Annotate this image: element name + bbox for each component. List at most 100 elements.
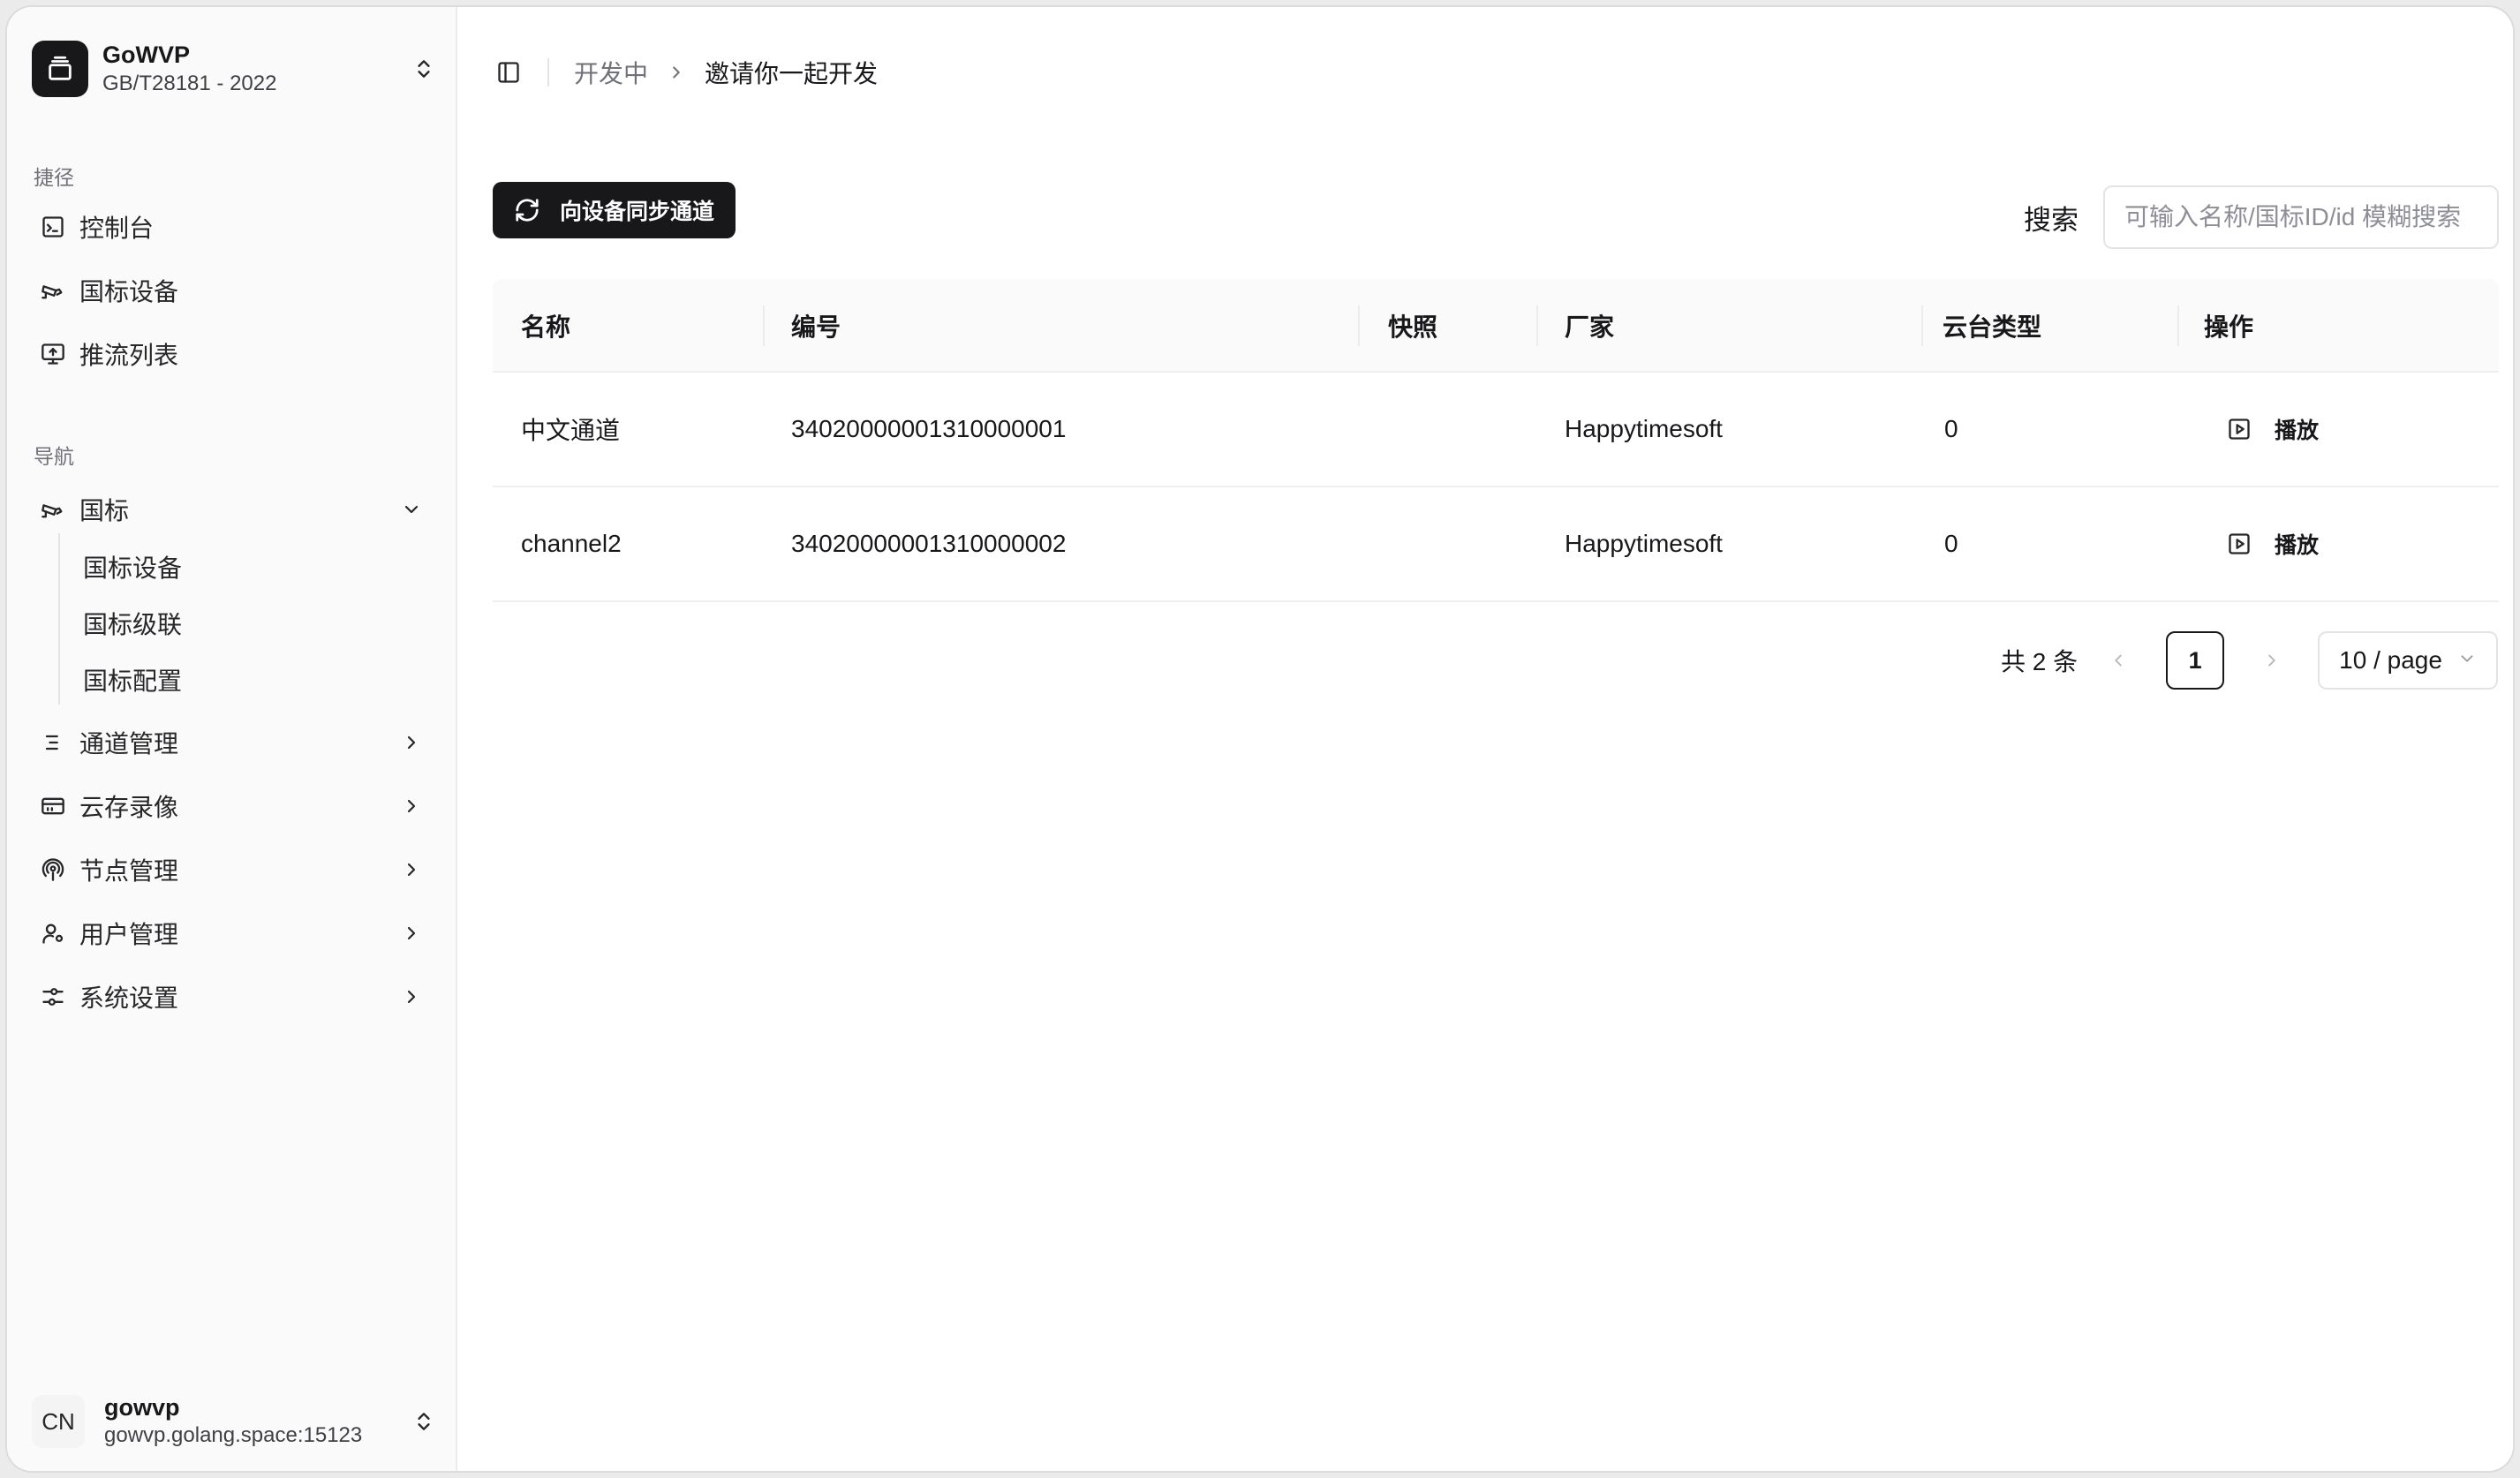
list-icon — [39, 728, 67, 757]
sidebar-item-channels[interactable]: 通道管理 — [28, 717, 438, 768]
next-page-icon[interactable] — [2258, 646, 2286, 675]
terminal-icon — [39, 213, 67, 241]
table-row: 中文通道 34020000001310000001 Happytimesoft … — [493, 373, 2499, 487]
main-content: 开发中 邀请你一起开发 向设备同步通道 搜索 名称 编号 快照 厂家 — [459, 7, 2513, 1471]
sidebar-item-label: 系统设置 — [79, 984, 179, 1012]
play-button[interactable]: 播放 — [2225, 413, 2319, 445]
user-name: gowvp — [104, 1394, 180, 1421]
cell-id: 34020000001310000001 — [791, 415, 1067, 442]
sidebar-subitem-gb-cascade[interactable]: 国标级联 — [74, 599, 427, 648]
play-label: 播放 — [2275, 533, 2320, 558]
table-row: channel2 34020000001310000002 Happytimes… — [493, 487, 2499, 602]
page-size-value: 10 / page — [2339, 646, 2442, 674]
chevron-right-icon — [397, 728, 426, 757]
play-square-icon — [2225, 530, 2253, 558]
breadcrumb-parent[interactable]: 开发中 — [574, 55, 648, 90]
cell-id: 34020000001310000002 — [791, 530, 1067, 557]
prev-page-icon[interactable] — [2104, 646, 2132, 675]
nav-group-label: 导航 — [34, 445, 74, 468]
chevron-down-icon — [397, 495, 426, 524]
pagination: 共 2 条 1 10 / page — [2001, 630, 2499, 690]
avatar: CN — [32, 1395, 85, 1448]
brand-name: GoWVP — [102, 41, 190, 68]
channels-table: 名称 编号 快照 厂家 云台类型 操作 中文通道 340200000013100… — [493, 279, 2499, 602]
page-size-select[interactable]: 10 / page — [2318, 631, 2499, 690]
cell-name: 中文通道 — [521, 417, 621, 444]
column-divider — [1358, 305, 1360, 346]
camera-icon — [39, 495, 67, 524]
sidebar-subitem-gb-config[interactable]: 国标配置 — [74, 655, 427, 705]
page-number-button[interactable]: 1 — [2166, 631, 2225, 690]
screen-upload-icon — [39, 340, 67, 368]
chevron-right-icon — [397, 919, 426, 947]
chevron-right-icon — [397, 983, 426, 1011]
chevron-right-icon — [397, 856, 426, 884]
user-switcher[interactable]: CN gowvp gowvp.golang.space:15123 — [32, 1386, 438, 1457]
sidebar-item-nodes[interactable]: 节点管理 — [28, 844, 438, 895]
column-header-name: 名称 — [521, 313, 571, 341]
sidebar-item-label: 通道管理 — [79, 730, 179, 758]
topbar: 开发中 邀请你一起开发 — [494, 53, 878, 92]
sidebar-item-label: 国标 — [79, 497, 130, 524]
sidebar-item-label: 推流列表 — [79, 342, 179, 369]
sidebar-item-console[interactable]: 控制台 — [28, 201, 438, 253]
sidebar-item-settings[interactable]: 系统设置 — [28, 971, 438, 1022]
column-divider — [1536, 305, 1538, 346]
column-header-vendor: 厂家 — [1565, 313, 1615, 341]
sidebar-item-gb[interactable]: 国标 — [28, 484, 438, 535]
column-header-ptz: 云台类型 — [1943, 313, 2042, 341]
cell-vendor: Happytimesoft — [1565, 530, 1723, 557]
search-input[interactable] — [2103, 185, 2499, 249]
chevrons-up-down-icon — [410, 1407, 438, 1436]
sidebar-item-label: 节点管理 — [79, 857, 179, 885]
shortcuts-group-label: 捷径 — [34, 166, 74, 189]
brand-logo-icon — [32, 41, 88, 97]
chevron-right-icon — [397, 792, 426, 820]
column-header-snapshot: 快照 — [1388, 313, 1438, 341]
cell-ptz: 0 — [1944, 530, 1958, 557]
chevron-down-icon — [2457, 646, 2477, 675]
column-header-id: 编号 — [791, 313, 841, 341]
sidebar-item-gb-devices[interactable]: 国标设备 — [28, 265, 438, 316]
column-divider — [763, 305, 765, 346]
user-cog-icon — [39, 919, 67, 947]
cell-name: channel2 — [521, 530, 622, 557]
brand-subtitle: GB/T28181 - 2022 — [102, 72, 277, 95]
sync-channels-label: 向设备同步通道 — [560, 200, 715, 224]
sidebar: GoWVP GB/T28181 - 2022 捷径 控制台 国标设备 推流列表 … — [7, 7, 457, 1471]
column-divider — [2177, 305, 2179, 346]
sidebar-item-users[interactable]: 用户管理 — [28, 908, 438, 959]
search-label: 搜索 — [2024, 205, 2079, 236]
submenu-rail — [58, 533, 60, 705]
podcast-icon — [39, 856, 67, 884]
divider — [547, 58, 549, 87]
play-button[interactable]: 播放 — [2225, 528, 2319, 560]
camera-icon — [39, 276, 67, 305]
total-count: 共 2 条 — [2001, 648, 2079, 675]
play-label: 播放 — [2275, 419, 2320, 443]
sidebar-item-label: 用户管理 — [79, 921, 179, 948]
sliders-icon — [39, 983, 67, 1011]
chevrons-up-down-icon — [410, 55, 438, 83]
column-divider — [1921, 305, 1923, 346]
sidebar-item-cloud-recording[interactable]: 云存录像 — [28, 780, 438, 832]
app-window: GoWVP GB/T28181 - 2022 捷径 控制台 国标设备 推流列表 … — [7, 7, 2513, 1471]
breadcrumb-current: 邀请你一起开发 — [705, 60, 879, 87]
user-host: gowvp.golang.space:15123 — [104, 1423, 363, 1447]
sidebar-item-push-list[interactable]: 推流列表 — [28, 328, 438, 380]
storage-icon — [39, 792, 67, 820]
sidebar-item-label: 控制台 — [79, 215, 155, 242]
cell-vendor: Happytimesoft — [1565, 415, 1723, 442]
play-square-icon — [2225, 415, 2253, 443]
brand-switcher[interactable]: GoWVP GB/T28181 - 2022 — [32, 34, 438, 104]
sidebar-subitem-gb-devices[interactable]: 国标设备 — [74, 542, 427, 592]
sidebar-item-label: 国标设备 — [79, 278, 179, 305]
table-header: 名称 编号 快照 厂家 云台类型 操作 — [493, 279, 2499, 373]
sidebar-toggle-icon[interactable] — [494, 58, 523, 87]
sync-channels-button[interactable]: 向设备同步通道 — [493, 182, 736, 238]
sidebar-item-label: 云存录像 — [79, 794, 179, 821]
chevron-right-icon — [662, 63, 690, 82]
cell-ptz: 0 — [1944, 415, 1958, 442]
refresh-icon — [514, 197, 540, 223]
column-header-actions: 操作 — [2204, 313, 2254, 341]
